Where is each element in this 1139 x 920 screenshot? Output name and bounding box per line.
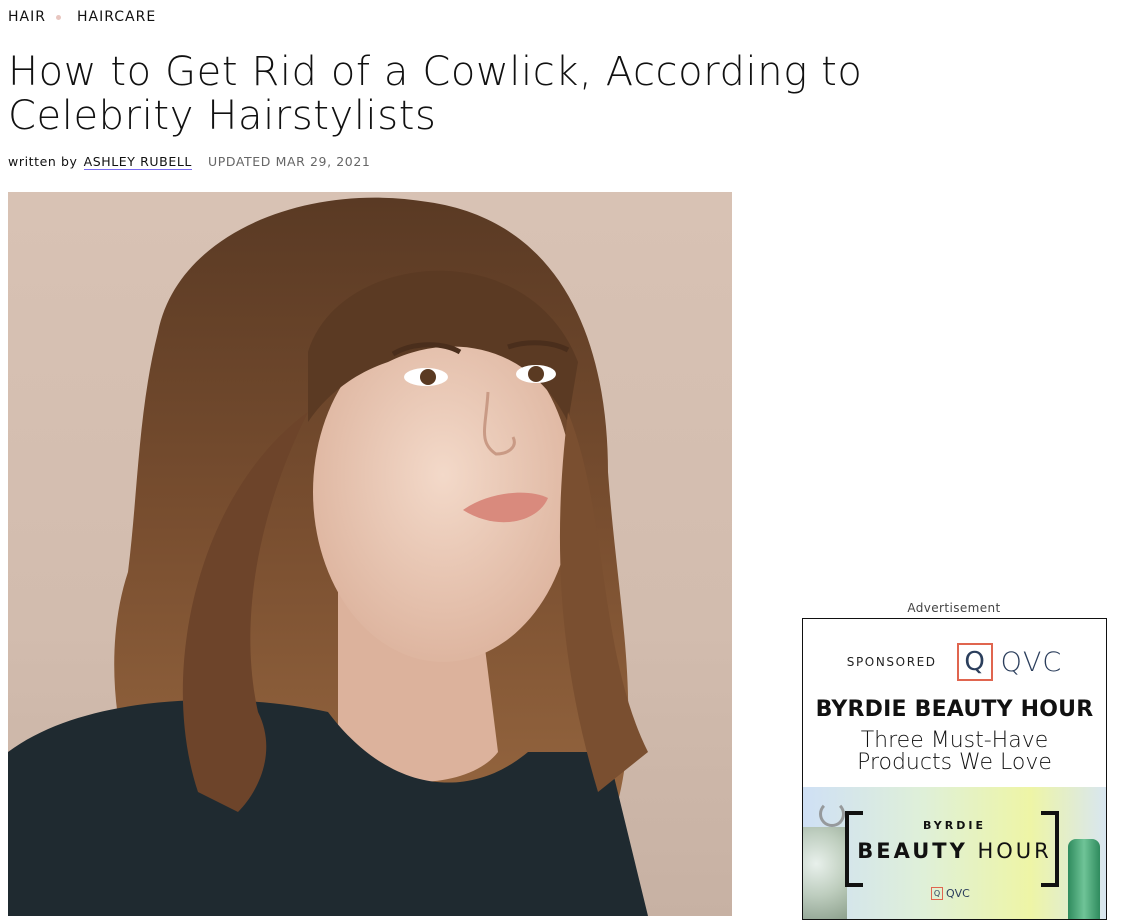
ad-subline: Three Must-Have Products We Love xyxy=(803,730,1106,774)
banner-byrdie: BYRDIE xyxy=(923,819,986,832)
portrait-illustration xyxy=(8,197,648,916)
ad-subline-1: Three Must-Have xyxy=(860,728,1049,753)
ad-headline: BYRDIE BEAUTY HOUR xyxy=(815,697,1094,722)
hero-image xyxy=(8,192,732,916)
banner-beauty-hour: BEAUTY HOUR xyxy=(803,839,1106,863)
ad-sponsor-row: SPONSORED Q QVC xyxy=(803,643,1106,681)
qvc-logo: Q QVC xyxy=(956,643,1063,681)
banner-qvc-logo: Q QVC xyxy=(931,887,970,900)
banner-beauty: BEAUTY xyxy=(857,839,968,863)
qvc-brand-text: QVC xyxy=(1000,646,1063,678)
sponsored-label: SPONSORED xyxy=(846,655,937,669)
green-bottle-image xyxy=(1068,839,1100,919)
sponsored-ad[interactable]: SPONSORED Q QVC BYRDIE BEAUTY HOUR Three… xyxy=(802,618,1107,920)
ad-subline-2: Products We Love xyxy=(857,750,1052,775)
advertisement-label: Advertisement xyxy=(907,601,1001,615)
banner-hour: HOUR xyxy=(977,839,1052,863)
updated-date: UPDATED MAR 29, 2021 xyxy=(207,154,371,169)
qvc-q-icon: Q xyxy=(956,643,993,681)
breadcrumb: HAIR HAIRCARE xyxy=(8,9,156,25)
banner-qvc-q-icon: Q xyxy=(931,887,943,900)
banner-qvc-text: QVC xyxy=(946,887,970,900)
breadcrumb-hair-link[interactable]: HAIR xyxy=(8,9,46,25)
article-title: How to Get Rid of a Cowlick, According t… xyxy=(8,49,863,139)
breadcrumb-haircare-link[interactable]: HAIRCARE xyxy=(77,9,156,25)
breadcrumb-separator xyxy=(55,14,61,20)
byline: written by ASHLEY RUBELL UPDATED MAR 29,… xyxy=(8,154,370,170)
byline-prefix: written by xyxy=(8,154,78,169)
ad-banner[interactable]: BYRDIE BEAUTY HOUR Q QVC xyxy=(803,787,1106,919)
author-link[interactable]: ASHLEY RUBELL xyxy=(83,154,192,170)
